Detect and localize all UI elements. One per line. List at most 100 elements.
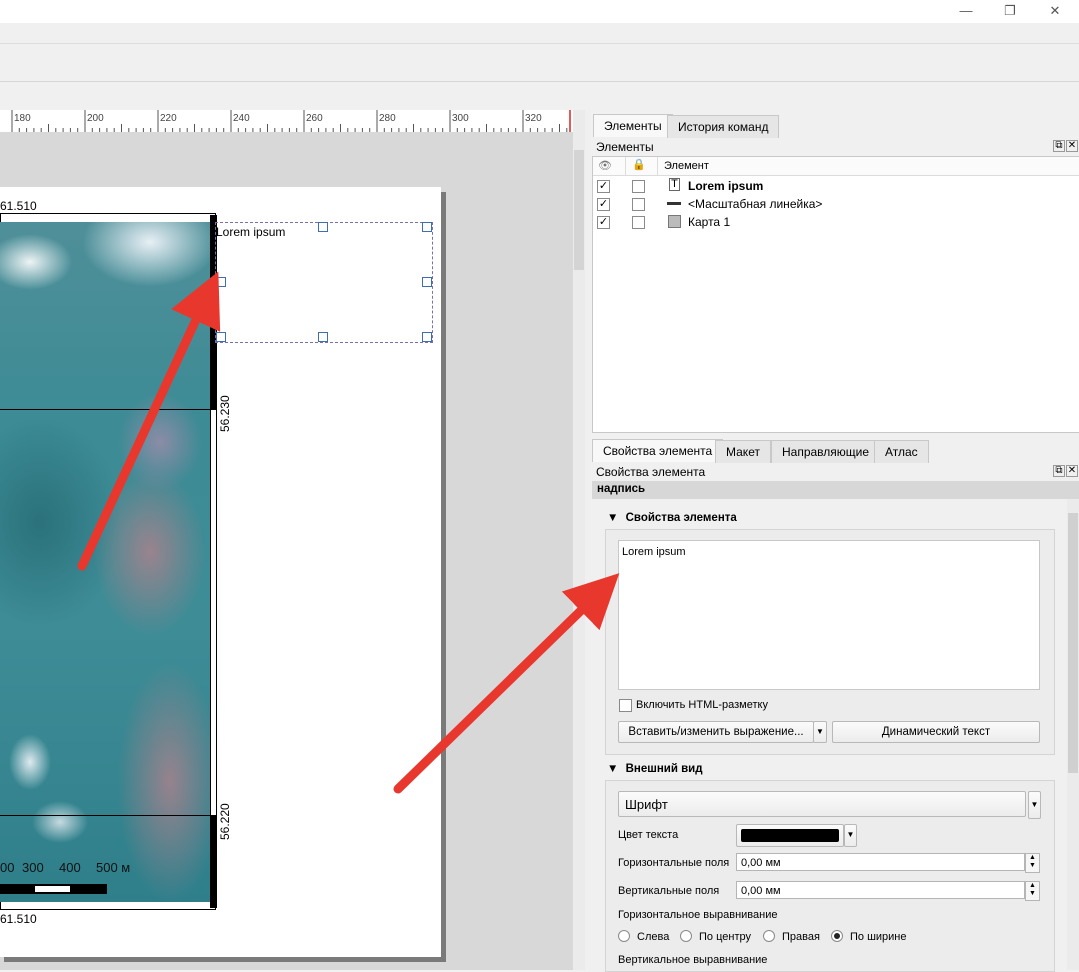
- chevron-down-icon[interactable]: ▼: [1028, 791, 1041, 819]
- lock-checkbox[interactable]: [632, 198, 645, 211]
- label-item[interactable]: Lorem ipsum: [215, 222, 433, 343]
- text-item-icon: T: [669, 178, 680, 191]
- map-coord-label: 56.230: [218, 395, 232, 432]
- map-item[interactable]: [0, 222, 210, 902]
- lock-checkbox[interactable]: [632, 216, 645, 229]
- canvas-scrollbar[interactable]: [573, 110, 585, 970]
- resize-handle[interactable]: [318, 222, 328, 232]
- color-swatch: [741, 829, 839, 842]
- list-item[interactable]: ✓ Карта 1: [593, 213, 1079, 231]
- ruler-label: 280: [379, 113, 396, 124]
- font-button[interactable]: Шрифт: [618, 791, 1026, 817]
- ruler-label: 240: [233, 113, 250, 124]
- scale-bar-segment: [35, 886, 70, 892]
- visibility-checkbox[interactable]: ✓: [597, 198, 610, 211]
- menu-bar: [0, 23, 1079, 44]
- lock-icon[interactable]: 🔒: [632, 158, 646, 171]
- editor-text: Lorem ipsum: [622, 546, 686, 558]
- html-checkbox[interactable]: [619, 699, 632, 712]
- tab-layout[interactable]: Макет: [715, 440, 771, 463]
- eye-icon[interactable]: 👁: [598, 159, 612, 172]
- tab-atlas[interactable]: Атлас: [874, 440, 929, 463]
- elements-list[interactable]: 👁 🔒 Элемент ✓ T Lorem ipsum ✓ <Масштабна…: [592, 156, 1079, 433]
- tab-item-properties[interactable]: Свойства элемента: [592, 439, 724, 462]
- spinbox-arrows[interactable]: ▲ ▼: [1025, 881, 1040, 901]
- list-item[interactable]: ✓ <Масштабная линейка>: [593, 195, 1079, 213]
- scrollbar-thumb[interactable]: [1068, 513, 1078, 773]
- list-item-label: Lorem ipsum: [688, 179, 764, 193]
- props-subtitle: надпись: [597, 483, 646, 495]
- section-toggle[interactable]: ▼ Свойства элемента: [607, 512, 737, 524]
- dynamic-text-button[interactable]: Динамический текст: [832, 721, 1040, 743]
- ruler-ticks: [11, 110, 571, 132]
- ruler-label: 180: [14, 113, 31, 124]
- list-item[interactable]: ✓ T Lorem ipsum: [593, 177, 1079, 195]
- close-button[interactable]: ✕: [1035, 0, 1075, 23]
- hmargin-input[interactable]: 0,00 мм: [736, 853, 1025, 871]
- radio-label: Правая: [782, 931, 820, 943]
- visibility-checkbox[interactable]: ✓: [597, 216, 610, 229]
- halign-right-radio[interactable]: [763, 930, 775, 942]
- props-panel-title: Свойства элемента: [596, 465, 706, 479]
- map-item-icon: [668, 215, 681, 228]
- props-scrollbar[interactable]: [1067, 499, 1079, 970]
- hmargin-label: Горизонтальные поля: [618, 857, 730, 869]
- ruler-label: 260: [306, 113, 323, 124]
- divider: [625, 157, 626, 175]
- section-title: Свойства элемента: [625, 512, 737, 524]
- list-item-label: <Масштабная линейка>: [688, 197, 823, 211]
- tab-guides[interactable]: Направляющие: [771, 440, 881, 463]
- maximize-button[interactable]: ❐: [990, 0, 1030, 23]
- scale-bar-label: 00: [0, 860, 15, 875]
- visibility-checkbox[interactable]: ✓: [597, 180, 610, 193]
- halign-justify-radio[interactable]: [831, 930, 843, 942]
- lock-checkbox[interactable]: [632, 180, 645, 193]
- resize-handle[interactable]: [216, 277, 226, 287]
- halign-left-radio[interactable]: [618, 930, 630, 942]
- props-header-bar: надпись: [592, 481, 1079, 499]
- ruler-label: 300: [452, 113, 469, 124]
- chevron-down-icon[interactable]: ▼: [813, 721, 827, 743]
- tab-command-history[interactable]: История команд: [667, 115, 780, 138]
- map-coord-label: 61.510: [0, 199, 37, 213]
- halign-label: Горизонтальное выравнивание: [618, 909, 778, 921]
- float-icon[interactable]: ⧉: [1053, 465, 1065, 477]
- spinbox-arrows[interactable]: ▲ ▼: [1025, 853, 1040, 873]
- section-title: Внешний вид: [625, 763, 703, 775]
- vmargin-input[interactable]: 0,00 мм: [736, 881, 1025, 899]
- valign-label: Вертикальное выравнивание: [618, 954, 768, 966]
- divider: [657, 157, 658, 175]
- resize-handle[interactable]: [422, 277, 432, 287]
- grid-line: [0, 409, 210, 410]
- close-icon[interactable]: ✕: [1066, 465, 1078, 477]
- title-bar: [0, 0, 1079, 23]
- radio-label: По центру: [699, 931, 751, 943]
- label-text-editor[interactable]: Lorem ipsum: [618, 540, 1040, 690]
- chevron-down-icon: ▼: [607, 763, 619, 775]
- column-element: Элемент: [664, 160, 709, 172]
- resize-handle[interactable]: [422, 332, 432, 342]
- float-icon[interactable]: ⧉: [1053, 140, 1065, 152]
- insert-expression-button[interactable]: Вставить/изменить выражение...: [618, 721, 814, 743]
- resize-handle[interactable]: [216, 332, 226, 342]
- chevron-down-icon: ▼: [607, 512, 619, 524]
- minimize-button[interactable]: —: [946, 0, 986, 23]
- radio-label: Слева: [637, 931, 670, 943]
- tab-elements[interactable]: Элементы: [593, 114, 673, 137]
- text-color-button[interactable]: [736, 824, 844, 847]
- halign-center-radio[interactable]: [680, 930, 692, 942]
- map-coord-label: 61.510: [0, 912, 37, 926]
- ruler-label: 200: [87, 113, 104, 124]
- vmargin-label: Вертикальные поля: [618, 885, 720, 897]
- chevron-down-icon[interactable]: ▼: [844, 824, 857, 847]
- ruler-label: 220: [160, 113, 177, 124]
- resize-handle[interactable]: [318, 332, 328, 342]
- grid-line: [0, 815, 210, 816]
- scrollbar-thumb[interactable]: [574, 150, 584, 270]
- resize-handle[interactable]: [422, 222, 432, 232]
- section-toggle[interactable]: ▼ Внешний вид: [607, 763, 703, 775]
- scale-bar[interactable]: [0, 884, 107, 894]
- close-icon[interactable]: ✕: [1066, 140, 1078, 152]
- horizontal-ruler: 180 200 220 240 260 280 300 320: [0, 110, 573, 133]
- ruler-label: 320: [525, 113, 542, 124]
